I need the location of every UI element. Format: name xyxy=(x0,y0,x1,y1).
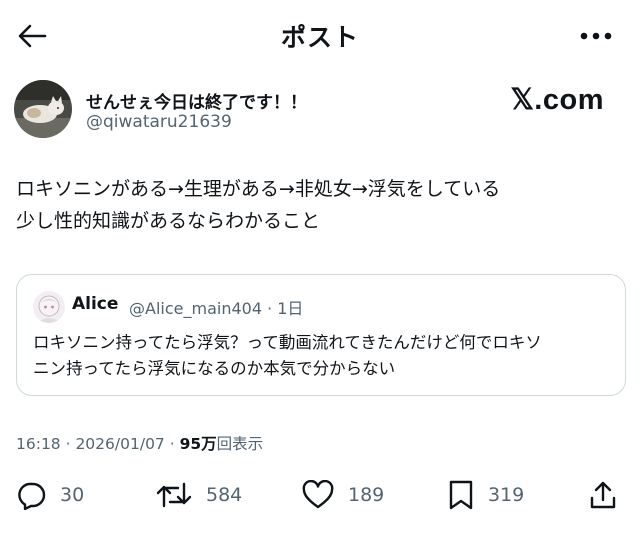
share-icon xyxy=(590,481,616,509)
author-header: せんせぇ今日は終了です！！ @qiwataru21639 𝕏.com xyxy=(14,80,626,140)
bookmark-count: 319 xyxy=(488,484,525,506)
repost-icon xyxy=(156,482,192,508)
author-display-name[interactable]: せんせぇ今日は終了です！！ xyxy=(86,88,307,113)
repost-button[interactable]: 584 xyxy=(156,478,242,512)
share-button[interactable] xyxy=(586,478,620,512)
quote-avatar xyxy=(33,291,65,323)
repost-count: 584 xyxy=(206,484,243,506)
tweet-line: 少し性的知識があるならわかること xyxy=(16,210,321,232)
reply-count: 30 xyxy=(60,484,85,506)
x-com-watermark: 𝕏.com xyxy=(510,84,604,116)
views-count: 95万 xyxy=(179,435,217,453)
views-label: 回表示 xyxy=(216,435,264,453)
avatar[interactable] xyxy=(14,80,72,138)
quote-line: ニン持ってたら浮気になるのか本気で分からない xyxy=(33,359,396,378)
like-count: 189 xyxy=(348,484,385,506)
reply-button[interactable]: 30 xyxy=(16,478,84,512)
tweet-body: ロキソニンがある→生理がある→非処女→浮気をしている 少し性的知識があるならわか… xyxy=(16,173,616,237)
action-bar: 30 584 189 319 xyxy=(0,470,640,520)
bookmark-icon xyxy=(449,480,473,510)
tweet-line: ロキソニンがある→生理がある→非処女→浮気をしている xyxy=(16,178,501,200)
ellipsis-icon xyxy=(580,32,612,40)
post-timestamp[interactable]: 16:18 · 2026/01/07 · xyxy=(16,435,180,453)
quote-author-meta: @Alice_main404 · 1日 xyxy=(129,299,304,318)
bookmark-button[interactable]: 319 xyxy=(448,478,524,512)
cat-photo-avatar xyxy=(14,80,72,138)
top-bar: ポスト xyxy=(0,0,640,72)
reply-icon xyxy=(18,482,46,510)
quote-line: ロキソニン持ってたら浮気？って動画流れてきたんだけど何でロキソ xyxy=(33,333,542,352)
post-meta: 16:18 · 2026/01/07 · 95万回表示 xyxy=(16,432,263,454)
quote-body: ロキソニン持ってたら浮気？って動画流れてきたんだけど何でロキソ ニン持ってたら浮… xyxy=(33,330,613,382)
page-title: ポスト xyxy=(280,23,359,52)
author-handle[interactable]: @qiwataru21639 xyxy=(86,112,232,132)
anime-avatar xyxy=(33,291,65,323)
quote-author-name: Alice xyxy=(72,294,119,314)
quoted-post[interactable]: Alice @Alice_main404 · 1日 ロキソニン持ってたら浮気？っ… xyxy=(16,274,626,396)
more-options-button[interactable] xyxy=(576,26,616,46)
like-button[interactable]: 189 xyxy=(302,478,384,512)
heart-icon xyxy=(302,480,334,509)
